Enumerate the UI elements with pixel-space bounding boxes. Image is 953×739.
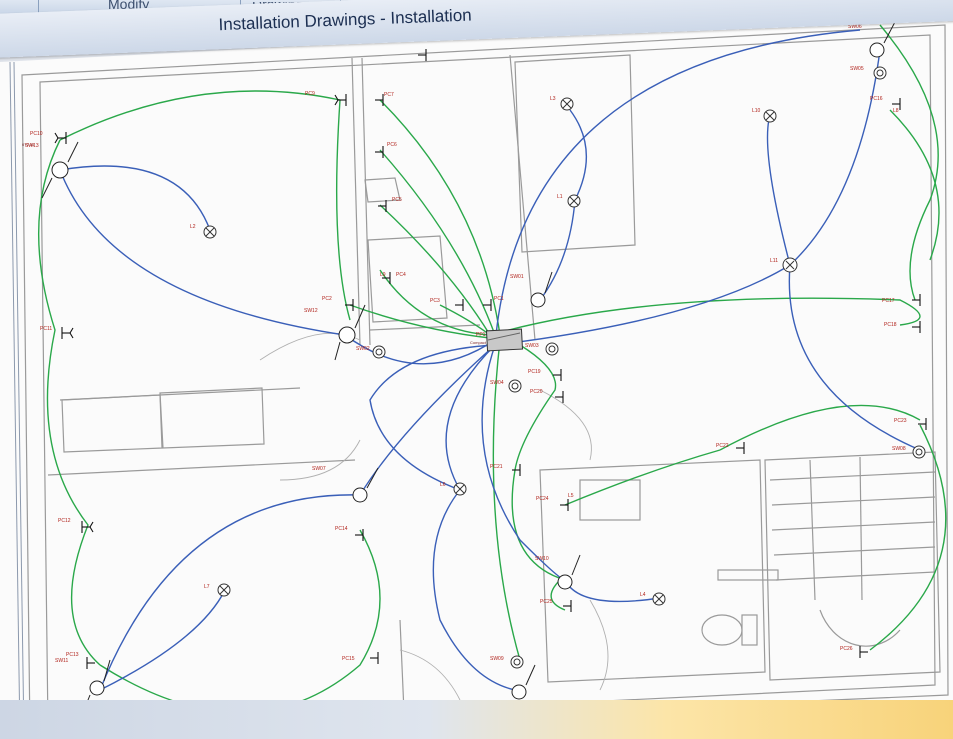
light-fixture-icon[interactable] [453,482,467,496]
light-fixture-icon[interactable] [217,583,231,597]
switch-icon[interactable] [912,445,926,459]
label-pc6: PC6 [387,142,397,148]
label-sw02: SW02 [356,346,370,352]
sheet-background [0,12,953,739]
label-pc5: PC5 [392,197,402,203]
label-sw13: SW13 [25,143,39,149]
label-pc15: PC15 [342,656,355,662]
label-pc1: PC1 [494,296,504,302]
label-pc10: PC10 [30,131,43,137]
label-pc21: PC21 [490,464,503,470]
switch-icon[interactable] [372,345,386,359]
window-title: Installation Drawings - Installation [218,5,472,35]
label-sw11: SW11 [55,658,68,664]
light-fixture-icon[interactable] [763,109,777,123]
label-l1: L1 [557,194,563,200]
label-l3: L3 [550,96,556,102]
label-sw12: SW12 [304,308,318,314]
label-pc9: PC9 [305,91,315,97]
label-pc4: PC4 [396,272,406,278]
label-pc7: PC7 [384,92,394,98]
switch-icon[interactable] [873,66,887,80]
status-bar [0,700,953,739]
label-pc22: PC22 [716,443,729,449]
label-pp1-sub: Compact [470,340,487,345]
label-pc17: PC17 [882,298,895,304]
light-fixture-icon[interactable] [782,257,798,273]
label-sw07: SW07 [312,466,326,472]
label-sw10: SW10 [535,556,549,562]
label-pc3: PC3 [430,298,440,304]
label-sw08: SW08 [892,446,906,452]
drawing-canvas[interactable]: PC10 0T0.31 PC9 PC7 PC6 PC5 PC4 PC3 PC2 … [0,0,953,739]
label-sw09: SW09 [490,656,504,662]
switch-icon[interactable] [545,342,559,356]
light-fixture-icon[interactable] [203,225,217,239]
label-pc20: PC20 [530,389,543,395]
label-sw04: SW04 [490,380,504,386]
label-pc19: PC19 [528,369,541,375]
switch-icon[interactable] [510,655,524,669]
label-sw03: SW03 [525,343,539,349]
label-l11: L11 [770,258,778,264]
label-pc18: PC18 [884,322,897,328]
label-pc14: PC14 [335,526,348,532]
app-window: Modify Drawing [0,0,953,739]
label-l4: L4 [640,592,646,598]
light-fixture-icon[interactable] [567,194,581,208]
switch-icon[interactable] [508,379,522,393]
label-pc23: PC23 [894,418,907,424]
label-pc11: PC11 [40,326,52,332]
light-fixture-icon[interactable] [652,592,666,606]
label-l9: L9 [380,272,386,278]
label-l5: L5 [568,493,574,499]
distribution-panel[interactable] [485,328,524,352]
label-pc16: PC16 [870,96,883,102]
label-pc12: PC12 [58,518,71,524]
label-pc25: PC25 [540,599,553,605]
label-sw01: SW01 [510,274,524,280]
label-pc2: PC2 [322,296,332,302]
label-pp1: PP1 [476,332,486,338]
label-pc26: PC26 [840,646,853,652]
light-fixture-icon[interactable] [560,97,574,111]
label-l8: L8 [893,108,899,114]
label-l10: L10 [752,108,761,114]
label-sw05: SW05 [850,66,864,72]
label-l7: L7 [204,584,210,590]
label-l2: L2 [190,224,196,230]
label-l6: L6 [440,482,446,488]
label-pc24: PC24 [536,496,549,502]
